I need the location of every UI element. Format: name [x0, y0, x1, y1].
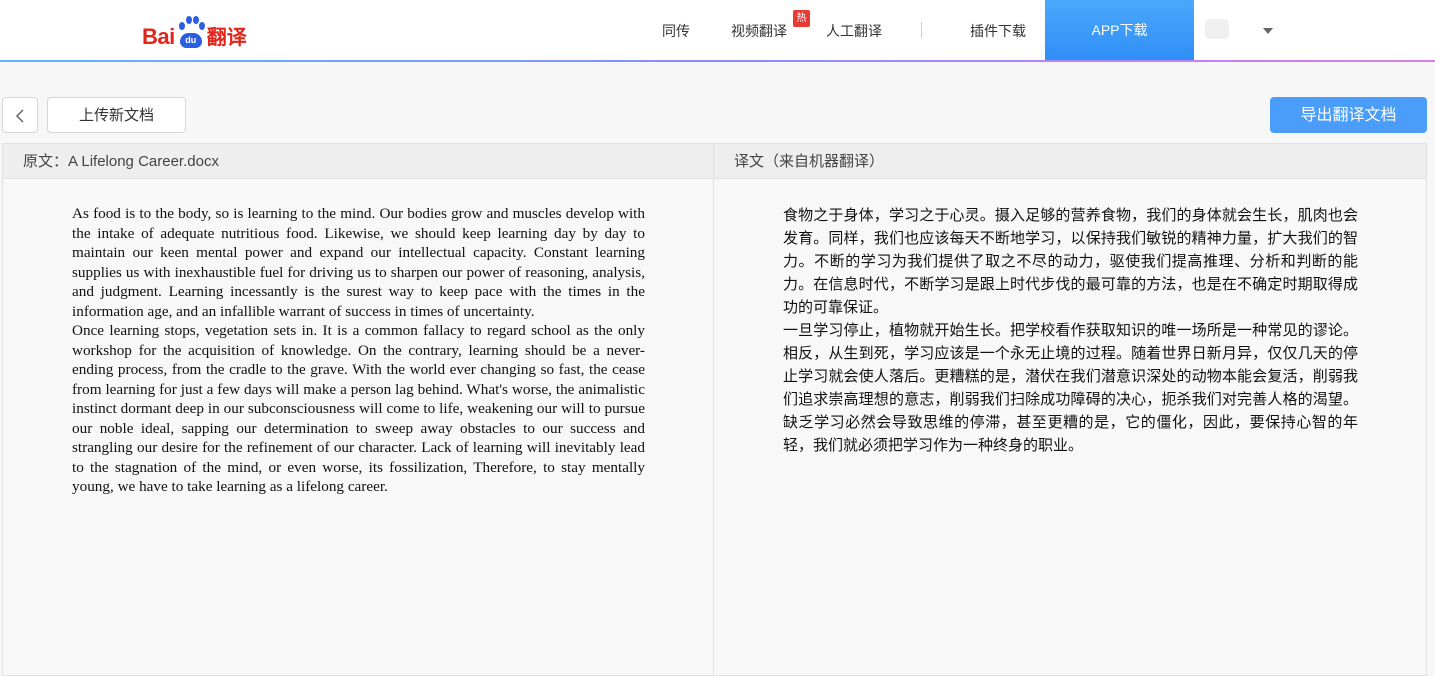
source-label: 原文：	[23, 152, 69, 170]
nav-divider	[921, 22, 922, 38]
nav-human-translation[interactable]: 人工翻译	[826, 0, 882, 62]
hot-badge: 热	[793, 10, 810, 27]
source-paragraph: As food is to the body, so is learning t…	[72, 205, 645, 320]
source-panel: 原文：A Lifelong Career.docx As food is to …	[2, 143, 714, 676]
paw-icon: du	[176, 16, 206, 50]
logo-du-text: du	[185, 35, 197, 45]
source-file-name: A Lifelong Career.docx	[68, 153, 219, 170]
translation-panel-header: 译文（来自机器翻译）	[714, 144, 1426, 179]
back-button[interactable]	[2, 97, 38, 133]
export-translation-button[interactable]: 导出翻译文档	[1270, 97, 1427, 133]
app-download-button[interactable]: APP下载	[1045, 0, 1194, 61]
header-gradient-divider	[0, 60, 1435, 62]
translation-document-text[interactable]: 食物之于身体，学习之于心灵。摄入足够的营养食物，我们的身体就会生长，肌肉也会发育…	[783, 204, 1358, 457]
translation-paragraph: 食物之于身体，学习之于心灵。摄入足够的营养食物，我们的身体就会生长，肌肉也会发育…	[783, 206, 1358, 316]
chevron-down-icon[interactable]	[1263, 28, 1273, 34]
avatar[interactable]	[1205, 19, 1235, 43]
source-paragraph: Once learning stops, vegetation sets in.…	[72, 322, 645, 495]
logo-bai-text: Bai	[142, 24, 175, 49]
source-panel-header: 原文：A Lifelong Career.docx	[3, 144, 713, 179]
nav-simultaneous-interpretation[interactable]: 同传	[662, 0, 690, 62]
logo-fanyi-text: 翻译	[206, 25, 247, 49]
upload-new-document-button[interactable]: 上传新文档	[47, 97, 186, 133]
chevron-left-icon	[15, 109, 24, 123]
source-document-text[interactable]: As food is to the body, so is learning t…	[72, 204, 645, 497]
top-header: Bai du 翻译 同传 视频翻译 热 人工翻译 插件下载 APP下载	[0, 0, 1435, 62]
nav-plugin-download[interactable]: 插件下载	[970, 0, 1026, 62]
translation-panel: 译文（来自机器翻译） 食物之于身体，学习之于心灵。摄入足够的营养食物，我们的身体…	[713, 143, 1427, 676]
baidu-fanyi-logo[interactable]: Bai du 翻译	[142, 10, 247, 50]
nav-video-translation[interactable]: 视频翻译	[731, 0, 787, 62]
translation-paragraph: 一旦学习停止，植物就开始生长。把学校看作获取知识的唯一场所是一种常见的谬论。相反…	[783, 321, 1358, 454]
